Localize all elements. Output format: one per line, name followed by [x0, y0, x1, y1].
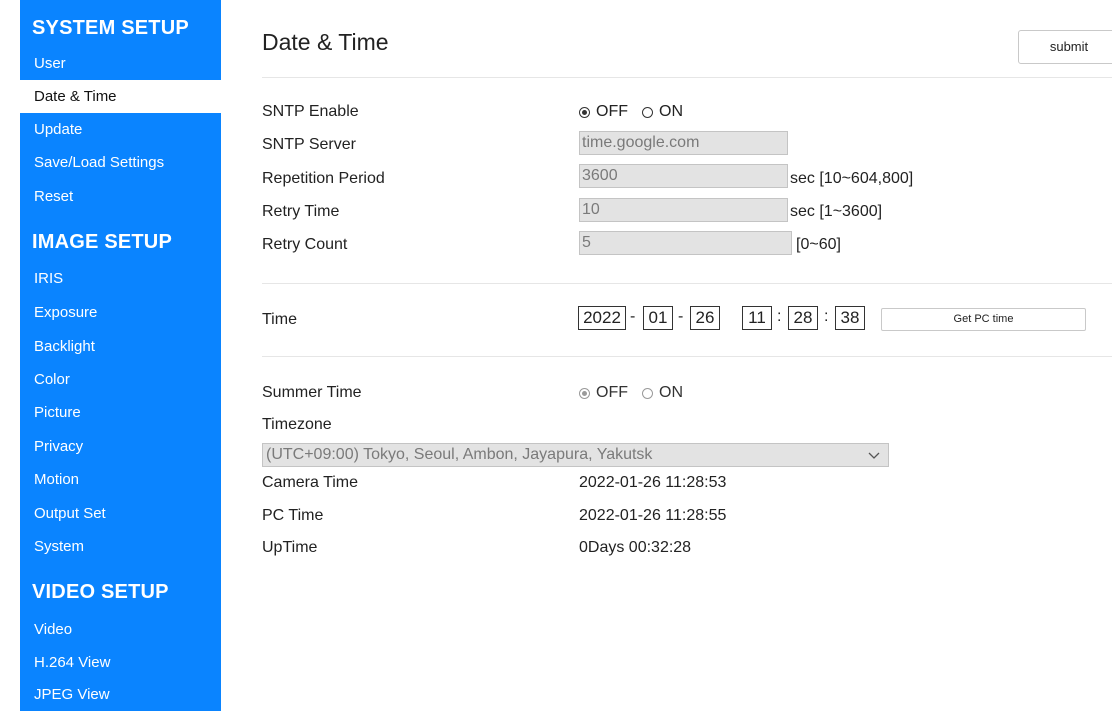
- camera-time-label: Camera Time: [262, 474, 359, 491]
- pc-time-value: 2022-01-26 11:28:55: [579, 507, 727, 524]
- summer-time-label: Summer Time: [262, 384, 362, 401]
- sntp-enable-on-radio[interactable]: [642, 106, 653, 118]
- second-input[interactable]: 38: [835, 306, 865, 330]
- divider: [262, 356, 1112, 357]
- retry-time-unit: sec [1~3600]: [790, 203, 883, 220]
- sidebar-item-save-load-settings[interactable]: Save/Load Settings: [20, 146, 221, 179]
- system-setup-heading: SYSTEM SETUP: [32, 17, 189, 39]
- year-input[interactable]: 2022: [578, 306, 626, 330]
- sidebar-item-iris[interactable]: IRIS: [20, 262, 221, 295]
- page-title: Date & Time: [262, 29, 389, 55]
- chevron-down-icon: [868, 452, 880, 459]
- sidebar-item-update[interactable]: Update: [20, 113, 221, 146]
- date-separator: -: [678, 308, 684, 325]
- sidebar-item-system[interactable]: System: [20, 530, 221, 563]
- sidebar: SYSTEM SETUP User Date & Time Update Sav…: [20, 0, 221, 711]
- retry-count-input[interactable]: 5: [579, 231, 792, 255]
- summer-time-radio-group: OFF ON: [579, 384, 697, 402]
- summer-time-on-radio[interactable]: [642, 387, 653, 399]
- sntp-server-input[interactable]: time.google.com: [579, 131, 788, 155]
- summer-time-off-radio[interactable]: [579, 387, 590, 399]
- retry-time-input[interactable]: 10: [579, 198, 788, 222]
- timezone-select[interactable]: (UTC+09:00) Tokyo, Seoul, Ambon, Jayapur…: [262, 443, 889, 467]
- pc-time-label: PC Time: [262, 507, 324, 524]
- sntp-enable-off-radio[interactable]: [579, 106, 590, 118]
- sidebar-item-color[interactable]: Color: [20, 363, 221, 396]
- sntp-enable-off-label: OFF: [596, 103, 628, 120]
- uptime-label: UpTime: [262, 539, 318, 556]
- image-setup-heading: IMAGE SETUP: [32, 231, 172, 253]
- date-separator: -: [630, 308, 636, 325]
- summer-time-off-label: OFF: [596, 384, 628, 401]
- retry-count-unit: [0~60]: [796, 236, 841, 253]
- month-input[interactable]: 01: [643, 306, 673, 330]
- timezone-label: Timezone: [262, 416, 332, 433]
- sidebar-item-video[interactable]: Video: [20, 613, 221, 646]
- repetition-period-label: Repetition Period: [262, 170, 385, 187]
- sidebar-item-motion[interactable]: Motion: [20, 463, 221, 496]
- sidebar-item-picture[interactable]: Picture: [20, 396, 221, 429]
- summer-time-on-label: ON: [659, 384, 683, 401]
- time-label: Time: [262, 311, 297, 328]
- retry-time-label: Retry Time: [262, 203, 340, 220]
- minute-input[interactable]: 28: [788, 306, 818, 330]
- repetition-period-input[interactable]: 3600: [579, 164, 788, 188]
- submit-button[interactable]: submit: [1018, 30, 1112, 64]
- divider: [262, 283, 1112, 284]
- video-setup-heading: VIDEO SETUP: [32, 581, 169, 603]
- sidebar-item-user[interactable]: User: [20, 47, 221, 80]
- uptime-value: 0Days 00:32:28: [579, 539, 692, 556]
- sidebar-item-exposure[interactable]: Exposure: [20, 296, 221, 329]
- sidebar-item-backlight[interactable]: Backlight: [20, 330, 221, 363]
- sntp-server-label: SNTP Server: [262, 136, 356, 153]
- sidebar-item-jpeg-view[interactable]: JPEG View: [20, 678, 221, 711]
- sntp-enable-radio-group: OFF ON: [579, 103, 697, 121]
- retry-count-label: Retry Count: [262, 236, 348, 253]
- sidebar-item-privacy[interactable]: Privacy: [20, 430, 221, 463]
- sntp-enable-on-label: ON: [659, 103, 683, 120]
- sntp-enable-label: SNTP Enable: [262, 103, 359, 120]
- time-separator: :: [824, 308, 829, 325]
- sidebar-item-reset[interactable]: Reset: [20, 180, 221, 213]
- timezone-selected-value: (UTC+09:00) Tokyo, Seoul, Ambon, Jayapur…: [266, 446, 653, 463]
- sidebar-item-output-set[interactable]: Output Set: [20, 497, 221, 530]
- day-input[interactable]: 26: [690, 306, 720, 330]
- get-pc-time-button[interactable]: Get PC time: [881, 308, 1086, 331]
- time-separator: :: [777, 308, 782, 325]
- repetition-period-unit: sec [10~604,800]: [790, 170, 914, 187]
- divider: [262, 77, 1112, 78]
- camera-time-value: 2022-01-26 11:28:53: [579, 474, 727, 491]
- sidebar-item-date-time[interactable]: Date & Time: [20, 80, 221, 113]
- sidebar-item-h264-view[interactable]: H.264 View: [20, 646, 221, 679]
- hour-input[interactable]: 11: [742, 306, 772, 330]
